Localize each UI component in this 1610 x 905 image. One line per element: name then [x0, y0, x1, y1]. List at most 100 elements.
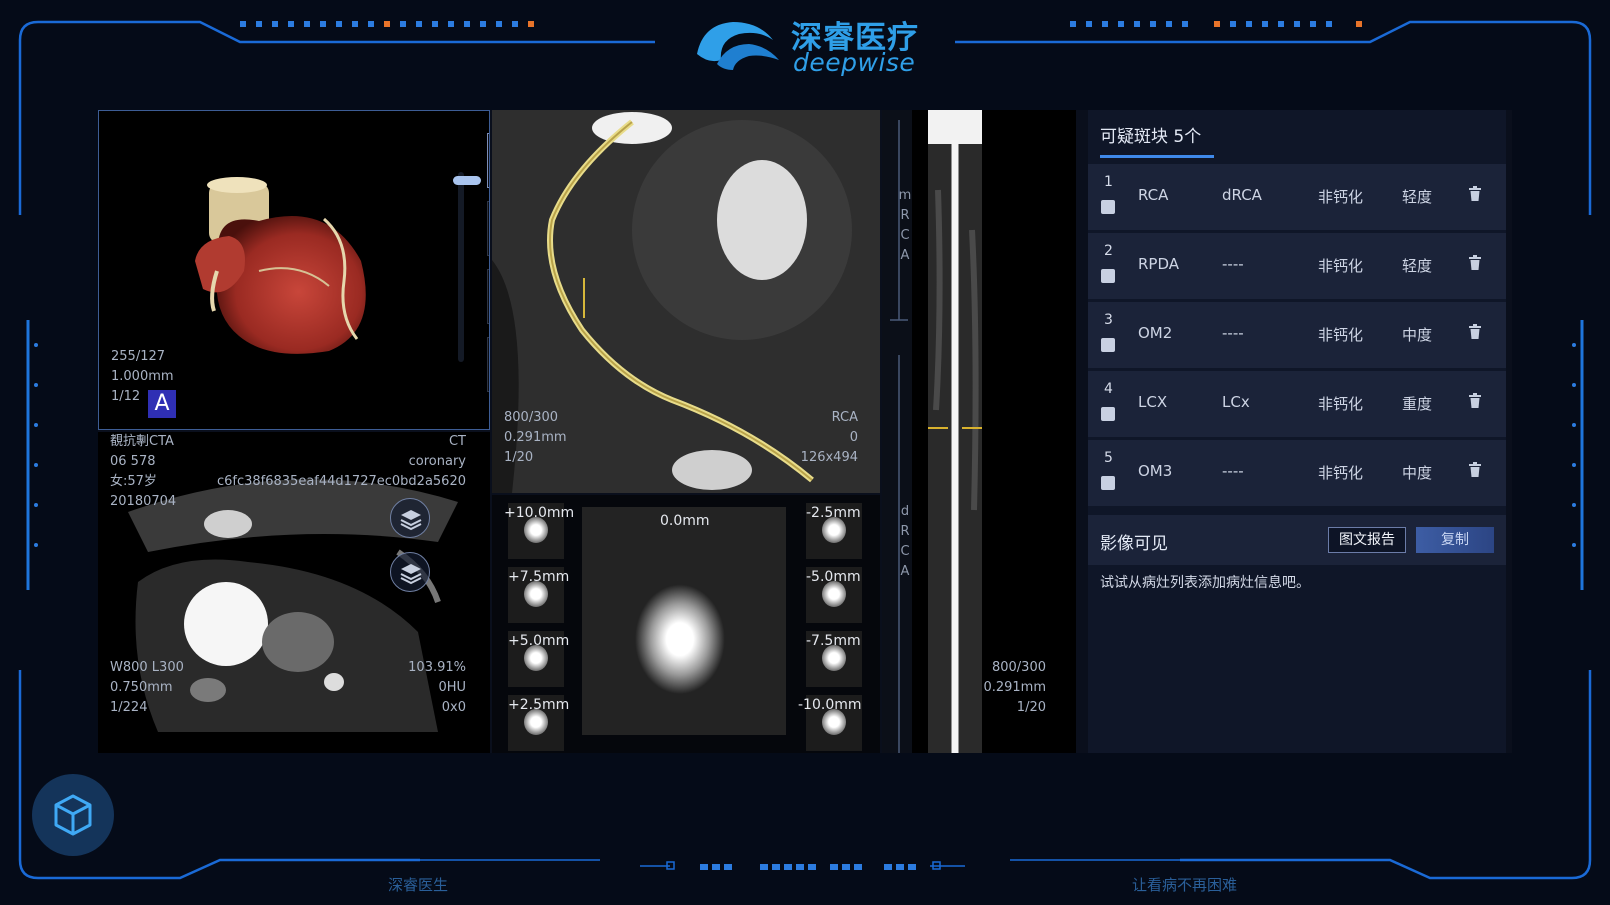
- findings-title: 影像可见: [1100, 534, 1168, 554]
- plaque-vessel: RPDA: [1138, 255, 1180, 273]
- tree-thumb-icon: [488, 270, 490, 325]
- plaque-number: 4: [1104, 381, 1113, 397]
- cpr-vessel-label: RCA: [831, 410, 858, 425]
- cross-offset-label: -5.0mm: [806, 569, 861, 585]
- vr-info-line: 1.000mm: [111, 369, 174, 384]
- plaque-checkbox[interactable]: [1101, 269, 1115, 283]
- plaque-vessel: RCA: [1138, 186, 1169, 204]
- window-info-line: 1/224: [110, 700, 148, 715]
- strip-letter: C: [900, 228, 910, 243]
- layers-icon: [400, 564, 422, 585]
- vr-3d-viewport[interactable]: 3D 255/127 1.000mm 1/12: [98, 110, 490, 430]
- view-thumb-mip[interactable]: [487, 337, 489, 392]
- study-info-line: CT: [448, 434, 466, 449]
- cross-center-label: 0.0mm: [660, 513, 710, 529]
- wave-logo-icon: [697, 22, 779, 70]
- plaque-degree: 轻度: [1402, 257, 1433, 275]
- strip-label-top: m R C A: [898, 186, 912, 266]
- measure-info-line: 103.91%: [408, 660, 466, 675]
- cube-button[interactable]: [32, 774, 114, 856]
- plaque-type: 非钙化: [1318, 464, 1364, 482]
- axial-viewport[interactable]: 覩抗剸CTA 06 578 女:57岁 20180704 CT coronary…: [98, 432, 490, 753]
- plaque-checkbox[interactable]: [1101, 200, 1115, 214]
- plaque-segment: ----: [1222, 324, 1244, 342]
- plaque-row[interactable]: 5 OM3 ---- 非钙化 中度: [1088, 440, 1506, 506]
- strip-letter: A: [900, 248, 910, 263]
- view-thumb-3d[interactable]: 3D: [487, 201, 490, 257]
- plaque-vessel: OM3: [1138, 462, 1173, 480]
- plaque-row[interactable]: 3 OM2 ---- 非钙化 中度: [1088, 302, 1506, 368]
- trash-icon[interactable]: [1468, 255, 1482, 271]
- strip-letter: d: [900, 504, 910, 519]
- strip-info-line: 0.291mm: [983, 680, 1046, 695]
- plaque-checkbox[interactable]: [1101, 407, 1115, 421]
- vr-info-line: 255/127: [111, 349, 166, 364]
- strip-letter: R: [900, 208, 910, 223]
- plaque-degree: 轻度: [1402, 188, 1433, 206]
- trash-icon[interactable]: [1468, 393, 1482, 409]
- cross-offset-label: +5.0mm: [508, 633, 570, 649]
- cross-section-viewport[interactable]: 0.0mm +10.0mm +7.5mm +5.0mm +2.5mm -2.5m…: [492, 495, 880, 753]
- plaque-number: 5: [1104, 450, 1113, 466]
- plaque-list-title[interactable]: 可疑斑块 5个: [1100, 122, 1201, 147]
- plaque-row[interactable]: 1 RCA dRCA 非钙化 轻度: [1088, 164, 1506, 230]
- tree-thumb-icon: [488, 202, 490, 257]
- cpr-info-line: 1/20: [504, 450, 534, 465]
- findings-section-header: 影像可见 图文报告 复制: [1088, 515, 1506, 565]
- plaque-segment: ----: [1222, 255, 1244, 273]
- plaque-checkbox[interactable]: [1101, 476, 1115, 490]
- footer-right-label: 让看病不再困难: [1132, 876, 1238, 894]
- strip-label-bottom: d R C A: [898, 502, 912, 582]
- strip-info-line: 1/20: [1016, 700, 1046, 715]
- strip-letter: A: [900, 564, 910, 579]
- trash-icon[interactable]: [1468, 186, 1482, 202]
- plaque-type: 非钙化: [1318, 188, 1364, 206]
- study-info-line: c6fc38f6835eaf44d1727ec0bd2a5620: [216, 474, 466, 489]
- window-info-line: 0.750mm: [110, 680, 173, 695]
- measure-info-line: 0HU: [438, 680, 466, 695]
- cpr-size-label: 126x494: [800, 450, 858, 465]
- plaque-segment: ----: [1222, 462, 1244, 480]
- brand-logo: 深睿医疗 deepwise: [693, 10, 923, 77]
- plaque-number: 1: [1104, 174, 1113, 190]
- patient-info-line: 女:57岁: [110, 474, 157, 489]
- vr-slider-handle[interactable]: [453, 176, 481, 185]
- plaque-vessel: OM2: [1138, 324, 1173, 342]
- patient-info-line: 覩抗剸CTA: [110, 434, 174, 449]
- plaque-type: 非钙化: [1318, 395, 1364, 413]
- strip-letter: m: [898, 188, 912, 203]
- patient-info-line: 06 578: [110, 454, 156, 469]
- brand-name-en: deepwise: [793, 48, 916, 77]
- cross-offset-label: -2.5mm: [806, 505, 861, 521]
- plaque-row[interactable]: 4 LCX LCx 非钙化 重度: [1088, 371, 1506, 437]
- plaque-row[interactable]: 2 RPDA ---- 非钙化 轻度: [1088, 233, 1506, 299]
- footer-left-label: 深睿医生: [388, 876, 449, 894]
- cpr-info-line: 800/300: [504, 410, 559, 425]
- layers-button-2[interactable]: [390, 552, 430, 592]
- strip-info-line: 800/300: [991, 660, 1046, 675]
- cross-offset-label: -7.5mm: [806, 633, 861, 649]
- plaque-degree: 中度: [1402, 326, 1433, 344]
- trash-icon[interactable]: [1468, 462, 1482, 478]
- plaque-degree: 重度: [1402, 395, 1433, 413]
- cross-offset-label: +7.5mm: [508, 569, 570, 585]
- orientation-badge: A: [148, 390, 176, 418]
- heart-thumb-icon: [488, 134, 490, 189]
- plaque-vessel: LCX: [1138, 393, 1168, 411]
- plaque-segment: dRCA: [1222, 186, 1262, 204]
- view-thumb-vr[interactable]: [487, 133, 490, 189]
- copy-button[interactable]: 复制: [1416, 527, 1494, 553]
- cpr-viewport[interactable]: 800/300 0.291mm 1/20 RCA 0 126x494: [492, 110, 880, 493]
- patient-info-line: 20180704: [110, 494, 177, 509]
- plaque-segment: LCx: [1222, 393, 1250, 411]
- tab-underline: [1100, 155, 1214, 158]
- view-thumb-tree[interactable]: [487, 269, 490, 325]
- cross-offset-label: +10.0mm: [504, 505, 575, 521]
- plaque-degree: 中度: [1402, 464, 1433, 482]
- vr-slider[interactable]: [453, 172, 481, 362]
- layers-button-1[interactable]: [390, 498, 430, 538]
- trash-icon[interactable]: [1468, 324, 1482, 340]
- report-button[interactable]: 图文报告: [1328, 527, 1406, 553]
- cube-icon: [54, 794, 92, 836]
- plaque-checkbox[interactable]: [1101, 338, 1115, 352]
